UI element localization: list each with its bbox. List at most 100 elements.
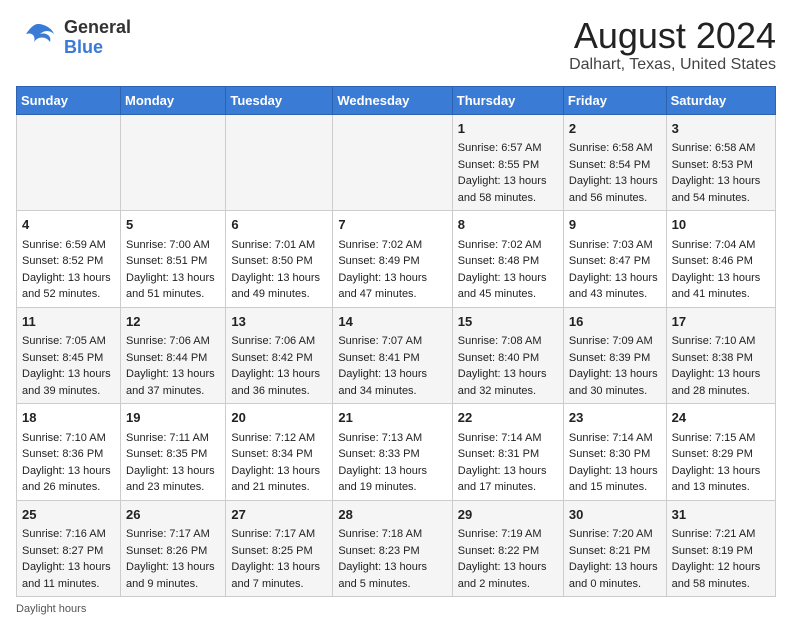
day-number: 12 — [126, 312, 220, 332]
day-number: 31 — [672, 505, 770, 525]
day-info: Daylight: 13 hours and 19 minutes. — [338, 463, 446, 496]
calendar-cell: 19Sunrise: 7:11 AMSunset: 8:35 PMDayligh… — [121, 404, 226, 501]
day-info: Sunrise: 7:20 AM — [569, 526, 661, 543]
week-row-5: 25Sunrise: 7:16 AMSunset: 8:27 PMDayligh… — [17, 500, 776, 597]
day-info: Sunset: 8:21 PM — [569, 543, 661, 560]
day-number: 7 — [338, 215, 446, 235]
day-info: Sunrise: 7:13 AM — [338, 430, 446, 447]
calendar-cell: 7Sunrise: 7:02 AMSunset: 8:49 PMDaylight… — [333, 211, 452, 308]
day-info: Daylight: 13 hours and 34 minutes. — [338, 366, 446, 399]
calendar-cell: 1Sunrise: 6:57 AMSunset: 8:55 PMDaylight… — [452, 114, 563, 211]
day-info: Sunset: 8:53 PM — [672, 157, 770, 174]
day-info: Daylight: 13 hours and 13 minutes. — [672, 463, 770, 496]
calendar-table: SundayMondayTuesdayWednesdayThursdayFrid… — [16, 86, 776, 598]
day-number: 26 — [126, 505, 220, 525]
day-info: Sunrise: 7:17 AM — [231, 526, 327, 543]
logo-general: General — [64, 17, 131, 37]
day-info: Sunset: 8:34 PM — [231, 446, 327, 463]
day-info: Sunset: 8:41 PM — [338, 350, 446, 367]
day-info: Daylight: 13 hours and 56 minutes. — [569, 173, 661, 206]
day-number: 8 — [458, 215, 558, 235]
title-area: August 2024 Dalhart, Texas, United State… — [569, 16, 776, 74]
calendar-cell: 11Sunrise: 7:05 AMSunset: 8:45 PMDayligh… — [17, 307, 121, 404]
day-info: Sunrise: 7:19 AM — [458, 526, 558, 543]
day-info: Sunrise: 7:06 AM — [231, 333, 327, 350]
calendar-cell: 17Sunrise: 7:10 AMSunset: 8:38 PMDayligh… — [666, 307, 775, 404]
calendar-cell: 25Sunrise: 7:16 AMSunset: 8:27 PMDayligh… — [17, 500, 121, 597]
day-number: 16 — [569, 312, 661, 332]
day-info: Sunset: 8:22 PM — [458, 543, 558, 560]
week-row-3: 11Sunrise: 7:05 AMSunset: 8:45 PMDayligh… — [17, 307, 776, 404]
day-info: Sunset: 8:44 PM — [126, 350, 220, 367]
day-number: 9 — [569, 215, 661, 235]
day-info: Sunrise: 7:01 AM — [231, 237, 327, 254]
header-cell-saturday: Saturday — [666, 86, 775, 114]
day-info: Sunset: 8:26 PM — [126, 543, 220, 560]
day-info: Daylight: 13 hours and 28 minutes. — [672, 366, 770, 399]
calendar-cell: 27Sunrise: 7:17 AMSunset: 8:25 PMDayligh… — [226, 500, 333, 597]
day-info: Daylight: 13 hours and 52 minutes. — [22, 270, 115, 303]
calendar-cell: 31Sunrise: 7:21 AMSunset: 8:19 PMDayligh… — [666, 500, 775, 597]
day-info: Sunrise: 7:18 AM — [338, 526, 446, 543]
day-info: Daylight: 13 hours and 43 minutes. — [569, 270, 661, 303]
day-number: 3 — [672, 119, 770, 139]
day-info: Daylight: 13 hours and 11 minutes. — [22, 559, 115, 592]
day-info: Daylight: 13 hours and 49 minutes. — [231, 270, 327, 303]
calendar-cell: 18Sunrise: 7:10 AMSunset: 8:36 PMDayligh… — [17, 404, 121, 501]
calendar-cell: 24 Sunrise: 7:15 AMSunset: 8:29 PMDayligh… — [666, 404, 775, 501]
location-title: Dalhart, Texas, United States — [569, 56, 776, 74]
week-row-4: 18Sunrise: 7:10 AMSunset: 8:36 PMDayligh… — [17, 404, 776, 501]
day-info: Sunset: 8:27 PM — [22, 543, 115, 560]
calendar-cell: 14Sunrise: 7:07 AMSunset: 8:41 PMDayligh… — [333, 307, 452, 404]
calendar-cell: 20Sunrise: 7:12 AMSunset: 8:34 PMDayligh… — [226, 404, 333, 501]
day-info: Daylight: 13 hours and 37 minutes. — [126, 366, 220, 399]
day-info: Daylight: 13 hours and 32 minutes. — [458, 366, 558, 399]
day-info: Daylight: 13 hours and 36 minutes. — [231, 366, 327, 399]
calendar-cell: 22Sunrise: 7:14 AMSunset: 8:31 PMDayligh… — [452, 404, 563, 501]
calendar-cell: 13Sunrise: 7:06 AMSunset: 8:42 PMDayligh… — [226, 307, 333, 404]
day-number: 20 — [231, 408, 327, 428]
day-info: Daylight: 13 hours and 26 minutes. — [22, 463, 115, 496]
day-info: Sunset: 8:38 PM — [672, 350, 770, 367]
calendar-cell — [333, 114, 452, 211]
day-info: Sunrise: 7:10 AM — [672, 333, 770, 350]
day-info: Daylight: 13 hours and 51 minutes. — [126, 270, 220, 303]
day-info: Sunset: 8:55 PM — [458, 157, 558, 174]
day-number: 18 — [22, 408, 115, 428]
day-info: Sunrise: 7:07 AM — [338, 333, 446, 350]
day-number: 15 — [458, 312, 558, 332]
day-number: 24 — [672, 408, 770, 428]
day-info: Sunrise: 7:14 AM — [458, 430, 558, 447]
day-info: Sunrise: 7:06 AM — [126, 333, 220, 350]
day-info: Sunset: 8:33 PM — [338, 446, 446, 463]
calendar-cell: 23Sunrise: 7:14 AMSunset: 8:30 PMDayligh… — [563, 404, 666, 501]
header-row: SundayMondayTuesdayWednesdayThursdayFrid… — [17, 86, 776, 114]
day-info: Sunrise: 6:57 AM — [458, 140, 558, 157]
day-info: Daylight: 12 hours and 58 minutes. — [672, 559, 770, 592]
day-info: Daylight: 13 hours and 58 minutes. — [458, 173, 558, 206]
day-number: 28 — [338, 505, 446, 525]
day-info: Sunrise: 7:02 AM — [458, 237, 558, 254]
day-info: Daylight: 13 hours and 41 minutes. — [672, 270, 770, 303]
calendar-cell: 5Sunrise: 7:00 AMSunset: 8:51 PMDaylight… — [121, 211, 226, 308]
day-info: Sunrise: 7:15 AM — [672, 430, 770, 447]
day-info: Sunset: 8:23 PM — [338, 543, 446, 560]
header: GeneralBlue August 2024 Dalhart, Texas, … — [16, 16, 776, 74]
day-number: 17 — [672, 312, 770, 332]
day-info: Sunrise: 7:09 AM — [569, 333, 661, 350]
day-info: Daylight: 13 hours and 23 minutes. — [126, 463, 220, 496]
day-info: Sunset: 8:29 PM — [672, 446, 770, 463]
calendar-cell: 8Sunrise: 7:02 AMSunset: 8:48 PMDaylight… — [452, 211, 563, 308]
day-info: Sunset: 8:51 PM — [126, 253, 220, 270]
day-info: Daylight: 13 hours and 7 minutes. — [231, 559, 327, 592]
day-info: Sunset: 8:39 PM — [569, 350, 661, 367]
day-info: Sunrise: 6:58 AM — [672, 140, 770, 157]
day-info: Sunset: 8:35 PM — [126, 446, 220, 463]
day-number: 19 — [126, 408, 220, 428]
day-info: Daylight: 13 hours and 17 minutes. — [458, 463, 558, 496]
header-cell-sunday: Sunday — [17, 86, 121, 114]
day-number: 21 — [338, 408, 446, 428]
day-info: Sunset: 8:47 PM — [569, 253, 661, 270]
day-info: Sunrise: 7:16 AM — [22, 526, 115, 543]
day-info: Sunrise: 6:58 AM — [569, 140, 661, 157]
